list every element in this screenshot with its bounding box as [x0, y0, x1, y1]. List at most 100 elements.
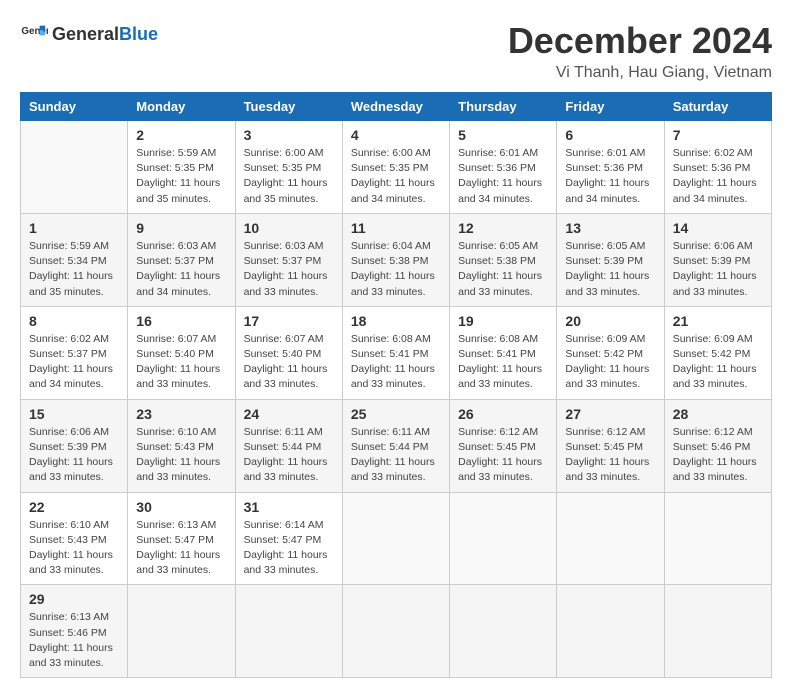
day-number: 4	[351, 127, 441, 143]
day-info: Sunrise: 6:07 AM Sunset: 5:40 PM Dayligh…	[244, 332, 334, 393]
day-number: 13	[565, 220, 655, 236]
weekday-header: Sunday	[21, 93, 128, 121]
day-info: Sunrise: 6:12 AM Sunset: 5:45 PM Dayligh…	[565, 425, 655, 486]
day-info: Sunrise: 5:59 AM Sunset: 5:35 PM Dayligh…	[136, 146, 226, 207]
day-info: Sunrise: 6:09 AM Sunset: 5:42 PM Dayligh…	[565, 332, 655, 393]
calendar-day-cell: 25 Sunrise: 6:11 AM Sunset: 5:44 PM Dayli…	[342, 399, 449, 492]
calendar-day-cell	[21, 121, 128, 214]
day-info: Sunrise: 6:12 AM Sunset: 5:46 PM Dayligh…	[673, 425, 763, 486]
calendar-header-row: SundayMondayTuesdayWednesdayThursdayFrid…	[21, 93, 772, 121]
day-info: Sunrise: 6:13 AM Sunset: 5:47 PM Dayligh…	[136, 518, 226, 579]
month-title: December 2024	[508, 20, 772, 62]
day-info: Sunrise: 6:13 AM Sunset: 5:46 PM Dayligh…	[29, 610, 119, 671]
weekday-header: Wednesday	[342, 93, 449, 121]
calendar-day-cell	[557, 492, 664, 585]
day-number: 24	[244, 406, 334, 422]
calendar-day-cell: 14Sunrise: 6:06 AM Sunset: 5:39 PM Dayli…	[664, 213, 771, 306]
weekday-header: Monday	[128, 93, 235, 121]
calendar-day-cell	[342, 585, 449, 678]
calendar-day-cell: 13 Sunrise: 6:05 AM Sunset: 5:39 PM Dayli…	[557, 213, 664, 306]
calendar-day-cell	[128, 585, 235, 678]
day-number: 12	[458, 220, 548, 236]
logo-icon: General	[20, 20, 48, 48]
calendar-day-cell: 6Sunrise: 6:01 AM Sunset: 5:36 PM Daylig…	[557, 121, 664, 214]
calendar-day-cell: 3Sunrise: 6:00 AM Sunset: 5:35 PM Daylig…	[235, 121, 342, 214]
weekday-header: Saturday	[664, 93, 771, 121]
calendar-day-cell: 5 Sunrise: 6:01 AM Sunset: 5:36 PM Daylig…	[450, 121, 557, 214]
day-number: 5	[458, 127, 548, 143]
day-number: 21	[673, 313, 763, 329]
calendar-day-cell: 21 Sunrise: 6:09 AM Sunset: 5:42 PM Dayli…	[664, 306, 771, 399]
calendar-week-row: 1Sunrise: 5:59 AM Sunset: 5:34 PM Daylig…	[21, 213, 772, 306]
day-info: Sunrise: 6:08 AM Sunset: 5:41 PM Dayligh…	[351, 332, 441, 393]
day-info: Sunrise: 6:01 AM Sunset: 5:36 PM Dayligh…	[458, 146, 548, 207]
day-number: 17	[244, 313, 334, 329]
calendar-day-cell: 18 Sunrise: 6:08 AM Sunset: 5:41 PM Dayli…	[342, 306, 449, 399]
day-info: Sunrise: 6:06 AM Sunset: 5:39 PM Dayligh…	[29, 425, 119, 486]
day-number: 27	[565, 406, 655, 422]
location-title: Vi Thanh, Hau Giang, Vietnam	[508, 64, 772, 82]
calendar-week-row: 29 Sunrise: 6:13 AM Sunset: 5:46 PM Dayli…	[21, 585, 772, 678]
calendar-day-cell: 10Sunrise: 6:03 AM Sunset: 5:37 PM Dayli…	[235, 213, 342, 306]
day-info: Sunrise: 6:02 AM Sunset: 5:37 PM Dayligh…	[29, 332, 119, 393]
calendar-day-cell: 29 Sunrise: 6:13 AM Sunset: 5:46 PM Dayli…	[21, 585, 128, 678]
day-number: 19	[458, 313, 548, 329]
day-number: 14	[673, 220, 763, 236]
calendar-day-cell: 26Sunrise: 6:12 AM Sunset: 5:45 PM Dayli…	[450, 399, 557, 492]
day-number: 30	[136, 499, 226, 515]
day-info: Sunrise: 6:01 AM Sunset: 5:36 PM Dayligh…	[565, 146, 655, 207]
calendar-day-cell: 24 Sunrise: 6:11 AM Sunset: 5:44 PM Dayli…	[235, 399, 342, 492]
day-number: 15	[29, 406, 119, 422]
day-number: 7	[673, 127, 763, 143]
calendar-day-cell	[235, 585, 342, 678]
day-info: Sunrise: 6:04 AM Sunset: 5:38 PM Dayligh…	[351, 239, 441, 300]
calendar-day-cell: 19 Sunrise: 6:08 AM Sunset: 5:41 PM Dayli…	[450, 306, 557, 399]
calendar-day-cell: 4Sunrise: 6:00 AM Sunset: 5:35 PM Daylig…	[342, 121, 449, 214]
day-info: Sunrise: 6:11 AM Sunset: 5:44 PM Dayligh…	[351, 425, 441, 486]
calendar-day-cell: 2Sunrise: 5:59 AM Sunset: 5:35 PM Daylig…	[128, 121, 235, 214]
calendar-day-cell	[557, 585, 664, 678]
day-info: Sunrise: 6:00 AM Sunset: 5:35 PM Dayligh…	[244, 146, 334, 207]
calendar-day-cell: 23Sunrise: 6:10 AM Sunset: 5:43 PM Dayli…	[128, 399, 235, 492]
weekday-header: Tuesday	[235, 93, 342, 121]
day-number: 18	[351, 313, 441, 329]
day-number: 9	[136, 220, 226, 236]
day-info: Sunrise: 6:09 AM Sunset: 5:42 PM Dayligh…	[673, 332, 763, 393]
day-number: 31	[244, 499, 334, 515]
calendar-day-cell	[450, 585, 557, 678]
logo-general-text: General	[52, 24, 119, 45]
day-number: 22	[29, 499, 119, 515]
calendar-day-cell	[342, 492, 449, 585]
day-info: Sunrise: 6:07 AM Sunset: 5:40 PM Dayligh…	[136, 332, 226, 393]
day-info: Sunrise: 6:11 AM Sunset: 5:44 PM Dayligh…	[244, 425, 334, 486]
day-number: 16	[136, 313, 226, 329]
day-info: Sunrise: 6:10 AM Sunset: 5:43 PM Dayligh…	[136, 425, 226, 486]
day-info: Sunrise: 6:08 AM Sunset: 5:41 PM Dayligh…	[458, 332, 548, 393]
weekday-header: Thursday	[450, 93, 557, 121]
calendar-day-cell: 17 Sunrise: 6:07 AM Sunset: 5:40 PM Dayli…	[235, 306, 342, 399]
calendar-day-cell: 30 Sunrise: 6:13 AM Sunset: 5:47 PM Dayli…	[128, 492, 235, 585]
logo: General General Blue	[20, 20, 158, 48]
day-number: 28	[673, 406, 763, 422]
day-info: Sunrise: 6:02 AM Sunset: 5:36 PM Dayligh…	[673, 146, 763, 207]
calendar-week-row: 8 Sunrise: 6:02 AM Sunset: 5:37 PM Daylig…	[21, 306, 772, 399]
calendar-day-cell: 15 Sunrise: 6:06 AM Sunset: 5:39 PM Dayli…	[21, 399, 128, 492]
calendar-day-cell: 20 Sunrise: 6:09 AM Sunset: 5:42 PM Dayli…	[557, 306, 664, 399]
calendar-day-cell: 7 Sunrise: 6:02 AM Sunset: 5:36 PM Daylig…	[664, 121, 771, 214]
calendar-day-cell	[450, 492, 557, 585]
title-section: December 2024 Vi Thanh, Hau Giang, Vietn…	[508, 20, 772, 82]
calendar-day-cell	[664, 492, 771, 585]
day-info: Sunrise: 5:59 AM Sunset: 5:34 PM Dayligh…	[29, 239, 119, 300]
day-info: Sunrise: 6:05 AM Sunset: 5:39 PM Dayligh…	[565, 239, 655, 300]
calendar-day-cell: 1Sunrise: 5:59 AM Sunset: 5:34 PM Daylig…	[21, 213, 128, 306]
day-number: 25	[351, 406, 441, 422]
calendar-day-cell: 28 Sunrise: 6:12 AM Sunset: 5:46 PM Dayli…	[664, 399, 771, 492]
day-number: 8	[29, 313, 119, 329]
calendar-day-cell: 11 Sunrise: 6:04 AM Sunset: 5:38 PM Dayli…	[342, 213, 449, 306]
weekday-header: Friday	[557, 93, 664, 121]
logo-blue-text: Blue	[119, 24, 158, 45]
day-number: 29	[29, 591, 119, 607]
day-number: 20	[565, 313, 655, 329]
day-number: 11	[351, 220, 441, 236]
day-number: 26	[458, 406, 548, 422]
